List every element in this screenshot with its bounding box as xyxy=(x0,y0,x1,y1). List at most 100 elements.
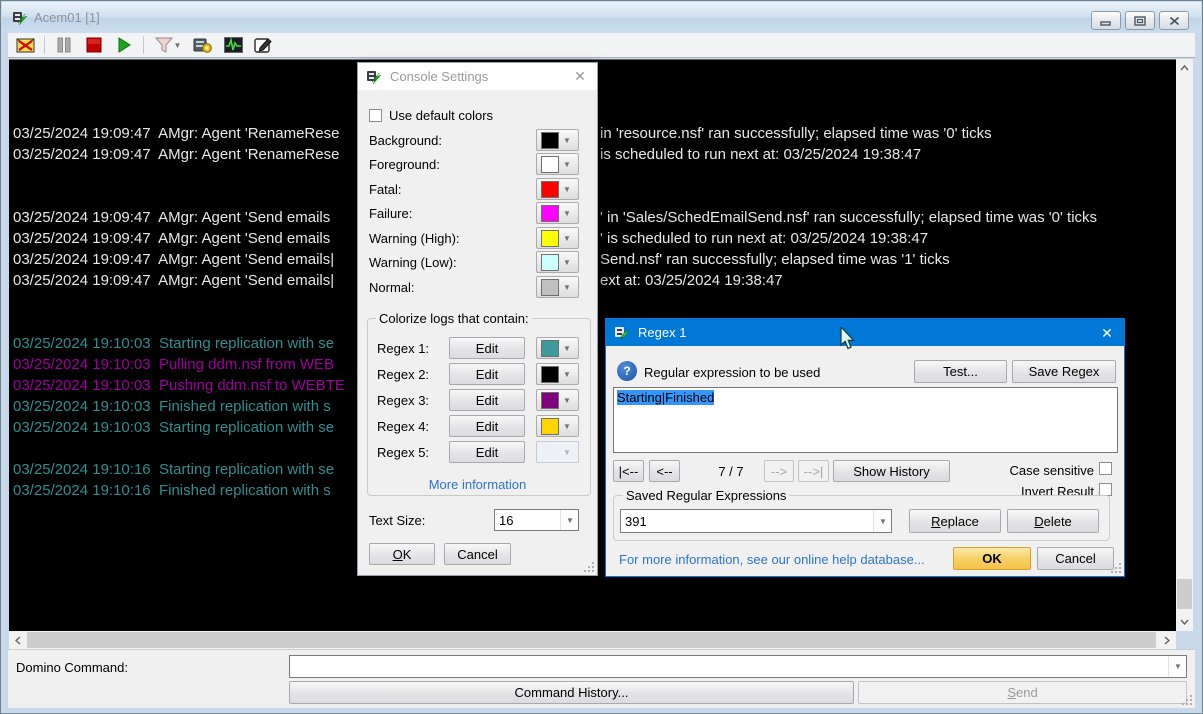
console-settings-ok-button[interactable]: OK xyxy=(369,543,435,565)
case-sensitive-checkbox[interactable] xyxy=(1099,462,1112,475)
online-help-link[interactable]: For more information, see our online hel… xyxy=(619,552,925,567)
warning-low-color-picker[interactable]: ▼ xyxy=(536,251,579,273)
edit-label: Edit xyxy=(476,445,498,460)
log-line: 03/25/2024 19:10:03 Finished replication… xyxy=(13,398,331,415)
send-label: Send xyxy=(1007,685,1037,700)
horizontal-scrollbar[interactable] xyxy=(9,631,1176,649)
use-default-colors-checkbox[interactable] xyxy=(369,109,382,122)
test-button[interactable]: Test... xyxy=(914,360,1007,383)
regex-textarea[interactable]: Starting|Finished xyxy=(613,387,1118,453)
nav-first-button[interactable]: |<-- xyxy=(613,460,644,482)
edit-label: Edit xyxy=(476,341,498,356)
warning-high-color-picker[interactable]: ▼ xyxy=(536,227,579,249)
dialog-close-icon[interactable]: ✕ xyxy=(1098,325,1116,342)
log-line: 03/25/2024 19:10:03 Starting replication… xyxy=(13,335,334,352)
regex1-edit-button[interactable]: Edit xyxy=(449,337,525,359)
resume-button[interactable] xyxy=(113,35,135,55)
scroll-left-button[interactable] xyxy=(9,631,27,649)
edit-label: Edit xyxy=(476,367,498,382)
background-label: Background: xyxy=(369,133,442,148)
save-regex-button[interactable]: Save Regex xyxy=(1012,360,1116,383)
log-line: 03/25/2024 19:09:47 AMgr: Agent 'Send em… xyxy=(13,251,334,268)
toolbar-separator xyxy=(143,36,144,54)
command-history-button[interactable]: Command History... xyxy=(289,681,854,704)
close-button[interactable] xyxy=(1159,11,1189,30)
close-console-button[interactable] xyxy=(14,35,36,55)
regex2-edit-button[interactable]: Edit xyxy=(449,363,525,385)
domino-command-label: Domino Command: xyxy=(16,660,128,675)
saved-regex-caret-icon[interactable]: ▼ xyxy=(873,510,891,532)
console-settings-dialog: Console Settings ✕ Use default colors Ba… xyxy=(357,62,598,576)
help-icon[interactable]: ? xyxy=(617,361,637,381)
delete-button[interactable]: Delete xyxy=(1007,509,1099,533)
filter-button[interactable]: ▼ xyxy=(152,35,184,55)
regex5-color-picker[interactable]: ▼ xyxy=(536,441,579,463)
pause-button[interactable] xyxy=(53,35,75,55)
horizontal-scroll-thumb[interactable] xyxy=(27,632,1156,648)
regex5-edit-button[interactable]: Edit xyxy=(449,441,525,463)
show-history-button[interactable]: Show History xyxy=(833,460,950,482)
edit-button[interactable] xyxy=(252,35,274,55)
regex-ok-button[interactable]: OK xyxy=(953,547,1031,570)
scroll-down-button[interactable] xyxy=(1176,613,1193,631)
regex1-color-picker[interactable]: ▼ xyxy=(536,337,579,359)
minimize-button[interactable] xyxy=(1091,11,1121,30)
color-chip xyxy=(541,132,559,149)
nav-last-button[interactable]: -->| xyxy=(798,460,829,482)
envelope-close-icon xyxy=(16,38,35,53)
color-chip xyxy=(541,279,559,296)
scroll-up-button[interactable] xyxy=(1176,59,1193,77)
resize-grip[interactable] xyxy=(1110,562,1122,574)
regex2-color-picker[interactable]: ▼ xyxy=(536,363,579,385)
stop-button[interactable] xyxy=(83,35,105,55)
command-history-label: Command History... xyxy=(515,685,629,700)
replace-button[interactable]: Replace xyxy=(909,509,1001,533)
dialog-close-icon[interactable]: ✕ xyxy=(571,68,589,85)
background-color-picker[interactable]: ▼ xyxy=(536,129,579,151)
domino-command-input[interactable]: ▼ xyxy=(289,655,1187,678)
nav-prev-button[interactable]: <-- xyxy=(649,460,680,482)
vertical-scroll-thumb[interactable] xyxy=(1177,579,1192,609)
console-settings-cancel-button[interactable]: Cancel xyxy=(444,543,511,565)
command-panel: Domino Command: ▼ Command History... Sen… xyxy=(8,649,1195,708)
command-dropdown-caret-icon[interactable]: ▼ xyxy=(1168,656,1186,677)
vertical-scrollbar[interactable] xyxy=(1176,59,1193,631)
resize-grip[interactable] xyxy=(1181,694,1193,706)
color-chip xyxy=(541,444,559,461)
maximize-button[interactable] xyxy=(1125,11,1155,30)
server-settings-button[interactable] xyxy=(192,35,214,55)
regex3-edit-button[interactable]: Edit xyxy=(449,389,525,411)
foreground-color-picker[interactable]: ▼ xyxy=(536,153,579,175)
resize-grip[interactable] xyxy=(583,561,595,573)
regex3-label: Regex 3: xyxy=(377,393,429,408)
text-size-caret-icon[interactable]: ▼ xyxy=(560,510,578,530)
failure-color-picker[interactable]: ▼ xyxy=(536,202,579,224)
normal-color-picker[interactable]: ▼ xyxy=(536,276,579,298)
saved-regex-combo[interactable]: 391 ▼ xyxy=(620,509,892,533)
regex4-edit-button[interactable]: Edit xyxy=(449,415,525,437)
mouse-cursor xyxy=(840,327,857,351)
regex4-color-picker[interactable]: ▼ xyxy=(536,415,579,437)
fatal-color-picker[interactable]: ▼ xyxy=(536,178,579,200)
regex-cancel-button[interactable]: Cancel xyxy=(1037,547,1114,570)
live-console-button[interactable] xyxy=(222,35,244,55)
regex2-label: Regex 2: xyxy=(377,367,429,382)
log-line: 03/25/2024 19:09:47 AMgr: Agent 'Send em… xyxy=(13,272,334,289)
text-size-combo[interactable]: 16 ▼ xyxy=(494,509,579,531)
nav-next-label: --> xyxy=(771,464,787,479)
nav-next-button[interactable]: --> xyxy=(764,460,794,482)
regex-title-bar: Regex 1 ✕ xyxy=(606,319,1124,346)
color-chip xyxy=(541,254,559,271)
log-line: 03/25/2024 19:10:03 Pulling ddm.nsf from… xyxy=(13,356,334,373)
scroll-right-button[interactable] xyxy=(1158,631,1176,649)
log-line: 03/25/2024 19:09:47 AMgr: Agent 'Send em… xyxy=(13,230,330,247)
app-icon xyxy=(366,69,382,85)
more-information-link[interactable]: More information xyxy=(358,477,597,492)
foreground-label: Foreground: xyxy=(369,157,440,172)
log-line: 03/25/2024 19:09:47 AMgr: Agent 'RenameR… xyxy=(13,146,339,163)
regex3-color-picker[interactable]: ▼ xyxy=(536,389,579,411)
close-icon xyxy=(1169,16,1180,26)
log-line: is scheduled to run next at: 03/25/2024 … xyxy=(600,146,921,163)
send-button[interactable]: Send xyxy=(858,681,1187,704)
replace-label: Replace xyxy=(931,514,979,529)
